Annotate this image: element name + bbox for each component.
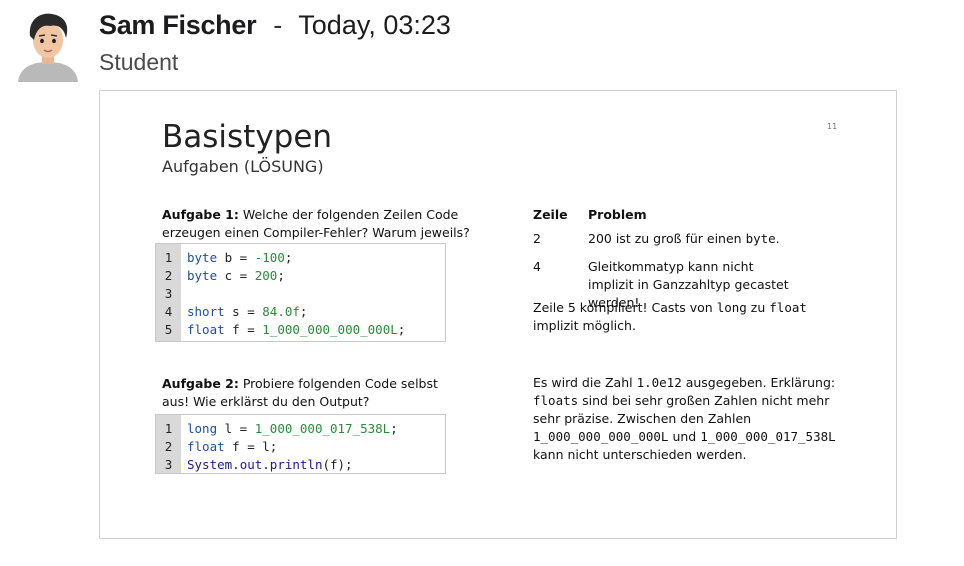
code-token: float bbox=[187, 439, 225, 454]
code-token: float bbox=[187, 322, 225, 337]
task1-line-number: 5 bbox=[164, 322, 173, 337]
code-token: long bbox=[187, 421, 218, 436]
header-zeile: Zeile bbox=[533, 207, 568, 222]
student-avatar-icon bbox=[18, 13, 78, 82]
row-problem: 200 ist zu groß für einen byte. bbox=[588, 230, 798, 248]
task2-code-lines: long l = 1_000_000_017_538L; float f = l;… bbox=[181, 415, 398, 473]
task2-line-number: 1 bbox=[164, 421, 173, 436]
task1-code-lines: byte b = -100; byte c = 200; short s = 84… bbox=[181, 244, 405, 341]
task2-line-number: 3 bbox=[164, 457, 173, 472]
task1-code-line: short s = 84.0f; bbox=[187, 303, 405, 321]
task2-code-line: long l = 1_000_000_017_538L; bbox=[187, 420, 398, 438]
task2-label: Aufgabe 2: bbox=[162, 376, 239, 391]
code-token: c = bbox=[217, 268, 255, 283]
code-token: . bbox=[232, 457, 240, 472]
text-run: sind bei sehr großen Zahlen nicht mehr s… bbox=[533, 393, 830, 426]
inline-code: floats bbox=[533, 393, 579, 408]
code-token: 1_000_000_017_538L bbox=[254, 421, 391, 436]
code-token: . bbox=[262, 457, 270, 472]
note-line5: Zeile 5 kompiliert! Casts von long zu fl… bbox=[533, 299, 853, 335]
task2-code-block: 123 long l = 1_000_000_017_538L; float f … bbox=[155, 414, 446, 474]
code-token: b = bbox=[217, 250, 255, 265]
row-line-number: 2 bbox=[533, 231, 541, 246]
code-token: ; bbox=[390, 421, 398, 436]
header-separator: - bbox=[273, 10, 283, 40]
task2-line-number: 2 bbox=[164, 439, 173, 454]
text-run: und bbox=[668, 429, 701, 444]
task1-line-number: 2 bbox=[164, 268, 173, 283]
task1-line-number: 1 bbox=[164, 250, 173, 265]
inline-code: byte bbox=[745, 231, 776, 246]
inline-code: long bbox=[716, 300, 747, 315]
sender-name[interactable]: Sam Fischer bbox=[99, 10, 257, 41]
code-token: ; bbox=[284, 250, 293, 265]
task1-line-numbers: 1 2 3 4 5 bbox=[156, 244, 181, 341]
task2-code-line: float f = l; bbox=[187, 438, 398, 456]
slide-title: Basistypen bbox=[162, 119, 333, 155]
note-explanation: Es wird die Zahl 1.0e12 ausgegeben. Erkl… bbox=[533, 374, 853, 464]
solution-table-header: Zeile Problem bbox=[533, 206, 848, 224]
task2-code-line: System.out.println(f); bbox=[187, 456, 398, 474]
code-token: -100 bbox=[254, 250, 285, 265]
code-token: 1_000_000_000_000L bbox=[262, 322, 398, 337]
task1-line-number: 4 bbox=[164, 304, 173, 319]
code-token: (f); bbox=[322, 457, 353, 472]
task1-line-number: 3 bbox=[164, 286, 173, 301]
text-run: Es wird die Zahl bbox=[533, 375, 637, 390]
slide-subtitle: Aufgaben (LÖSUNG) bbox=[162, 157, 324, 176]
message-timestamp: Today, 03:23 bbox=[298, 10, 451, 40]
text-run: implizit möglich. bbox=[533, 318, 636, 333]
sender-line: Sam Fischer - Today, 03:23 bbox=[99, 10, 451, 41]
text-run: Zeile 5 kompiliert! Casts von bbox=[533, 300, 717, 315]
code-token: ; bbox=[277, 268, 285, 283]
code-token: System bbox=[187, 457, 233, 472]
slide-image[interactable]: Basistypen Aufgaben (LÖSUNG) 11 Aufgabe … bbox=[99, 90, 897, 539]
text-run: zu bbox=[746, 300, 770, 315]
inline-code: 1_000_000_000_000L bbox=[533, 429, 669, 444]
code-token: ; bbox=[397, 322, 406, 337]
task1-code-line: byte b = -100; bbox=[187, 249, 405, 267]
text-run: 200 ist zu groß für einen bbox=[588, 231, 746, 246]
message-header: Sam Fischer - Today, 03:23 Student bbox=[99, 10, 451, 76]
task1-code-line: float f = 1_000_000_000_000L; bbox=[187, 321, 405, 339]
task1-code-block: 12345 byte b = -100; byte c = 200; short … bbox=[155, 243, 446, 342]
solution-table-row: 2 200 ist zu groß für einen byte. bbox=[533, 230, 848, 248]
text-run: . bbox=[775, 231, 780, 246]
task1-label: Aufgabe 1: bbox=[162, 207, 239, 222]
text-run: kann nicht unterschieden werden. bbox=[533, 447, 747, 462]
inline-code: float bbox=[769, 300, 807, 315]
task2-prompt: Aufgabe 2: Probiere folgenden Code selbs… bbox=[162, 375, 462, 411]
task1-prompt: Aufgabe 1: Welche der folgenden Zeilen C… bbox=[162, 206, 472, 242]
code-token: byte bbox=[187, 268, 218, 283]
header-problem: Problem bbox=[588, 207, 647, 222]
inline-code: 1_000_000_017_538L bbox=[700, 429, 836, 444]
code-token: short bbox=[187, 304, 225, 319]
task1-code-line bbox=[187, 285, 405, 303]
code-token: f = bbox=[224, 322, 263, 337]
code-token: f = l; bbox=[224, 439, 278, 454]
code-token: l = bbox=[217, 421, 255, 436]
code-token: println bbox=[269, 457, 323, 472]
text-run: ausgegeben. Erklärung: bbox=[681, 375, 836, 390]
avatar[interactable] bbox=[16, 10, 80, 82]
code-token: 200 bbox=[254, 268, 278, 283]
code-token: 84.0f bbox=[262, 304, 300, 319]
code-token: out bbox=[239, 457, 263, 472]
slide-page-number: 11 bbox=[827, 122, 838, 131]
code-token: byte bbox=[187, 250, 218, 265]
task2-line-numbers: 1 2 3 bbox=[156, 415, 181, 473]
code-token: s = bbox=[224, 304, 263, 319]
sender-role: Student bbox=[99, 49, 179, 75]
task1-code-line: byte c = 200; bbox=[187, 267, 405, 285]
inline-code: 1.0e12 bbox=[636, 375, 682, 390]
code-token: ; bbox=[299, 304, 308, 319]
